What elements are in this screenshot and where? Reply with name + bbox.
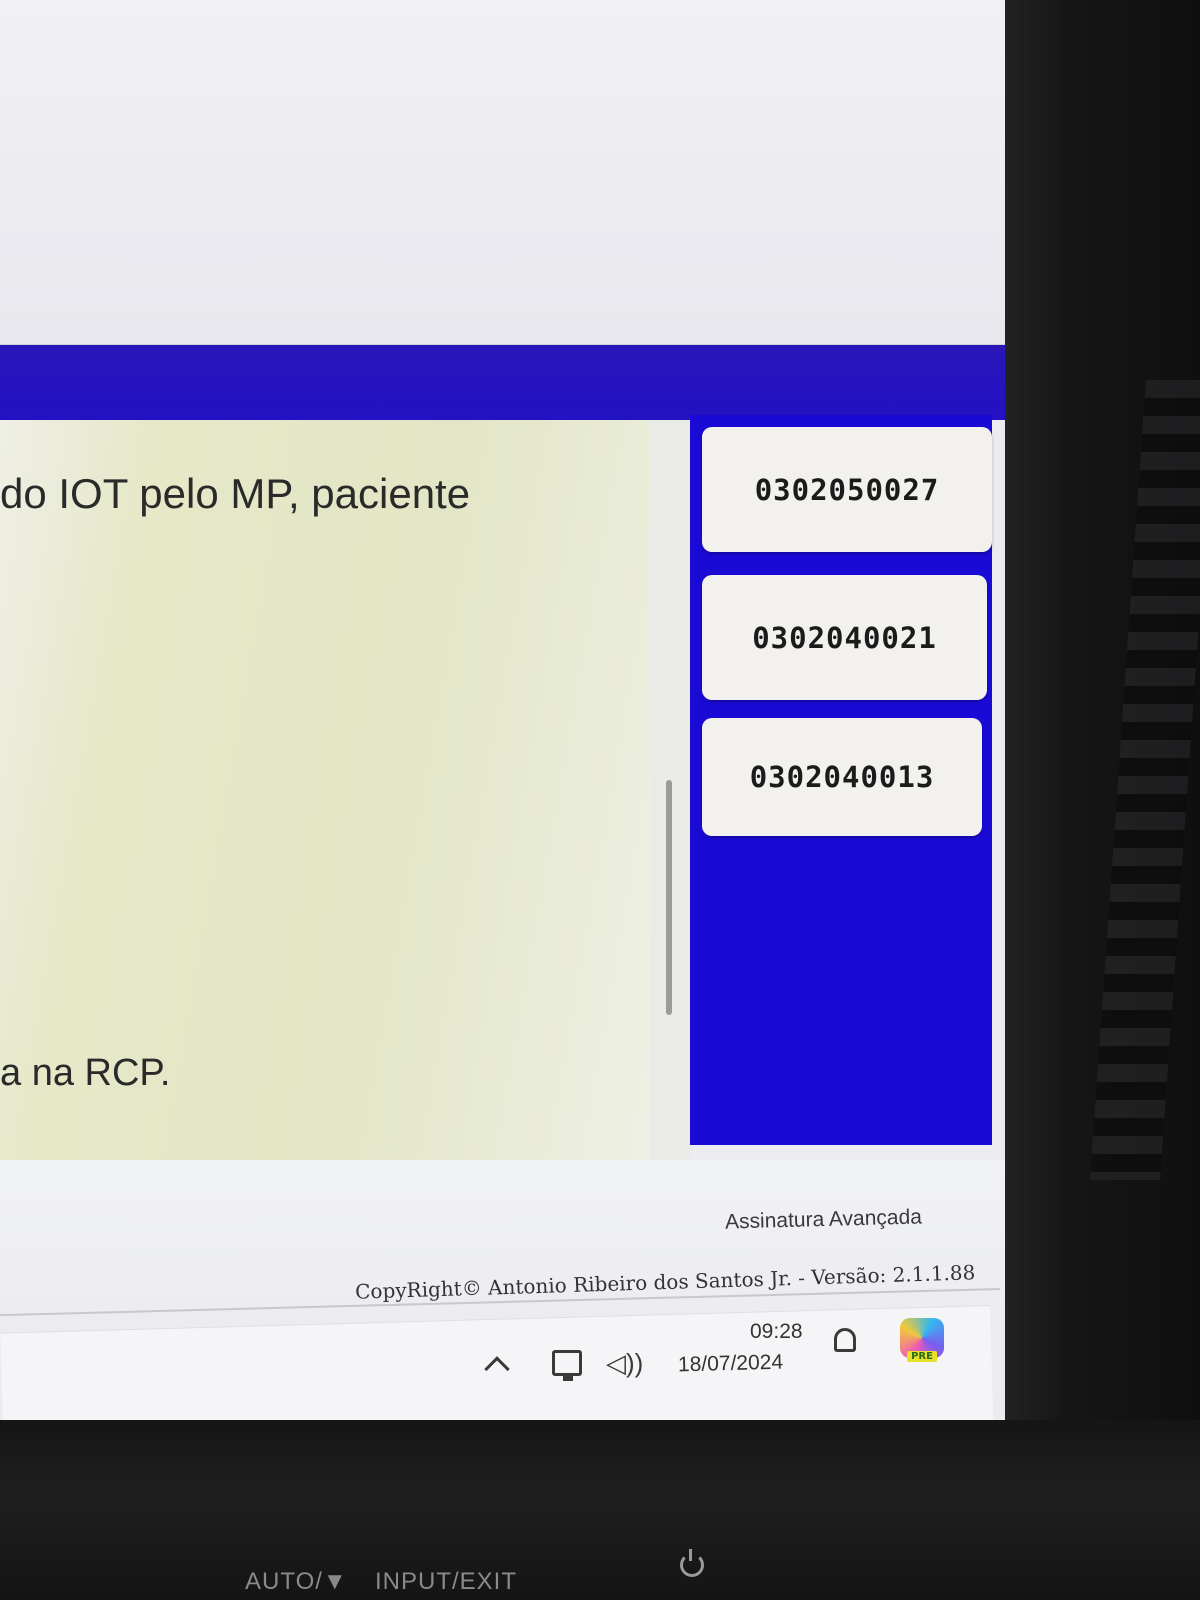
procedure-code-button[interactable]: 0302040013	[702, 718, 982, 836]
top-panel	[0, 0, 1030, 345]
advanced-signature-link[interactable]: Assinatura Avançada	[725, 1205, 922, 1234]
clock-date[interactable]: 18/07/2024	[678, 1351, 784, 1378]
procedure-codes-panel: 0302050027 0302040021 0302040013	[690, 415, 992, 1145]
speaker-icon[interactable]: ◁))	[606, 1348, 643, 1379]
procedure-code-button[interactable]: 0302050027	[702, 427, 992, 552]
power-icon[interactable]	[680, 1549, 704, 1577]
notes-line-2: a na RCP.	[0, 1052, 171, 1094]
network-icon[interactable]	[552, 1350, 582, 1381]
monitor-bezel-bottom	[0, 1420, 1200, 1600]
footer	[0, 1160, 1010, 1330]
monitor-auto-label: AUTO/▼	[245, 1568, 348, 1595]
bell-icon[interactable]	[834, 1328, 856, 1352]
copilot-icon[interactable]: PRE	[900, 1318, 944, 1362]
screen: do IOT pelo MP, paciente a na RCP. 03020…	[0, 0, 1030, 1430]
clock-time[interactable]: 09:28	[750, 1320, 803, 1344]
header-band	[0, 345, 1030, 420]
procedure-code-button[interactable]: 0302040021	[702, 575, 987, 700]
scrollbar-thumb[interactable]	[666, 780, 672, 1015]
monitor-input-label: INPUT/EXIT	[375, 1568, 518, 1595]
notes-line-1: do IOT pelo MP, paciente	[0, 470, 471, 517]
notes-text-area[interactable]	[0, 420, 650, 1160]
copilot-badge: PRE	[907, 1351, 937, 1362]
